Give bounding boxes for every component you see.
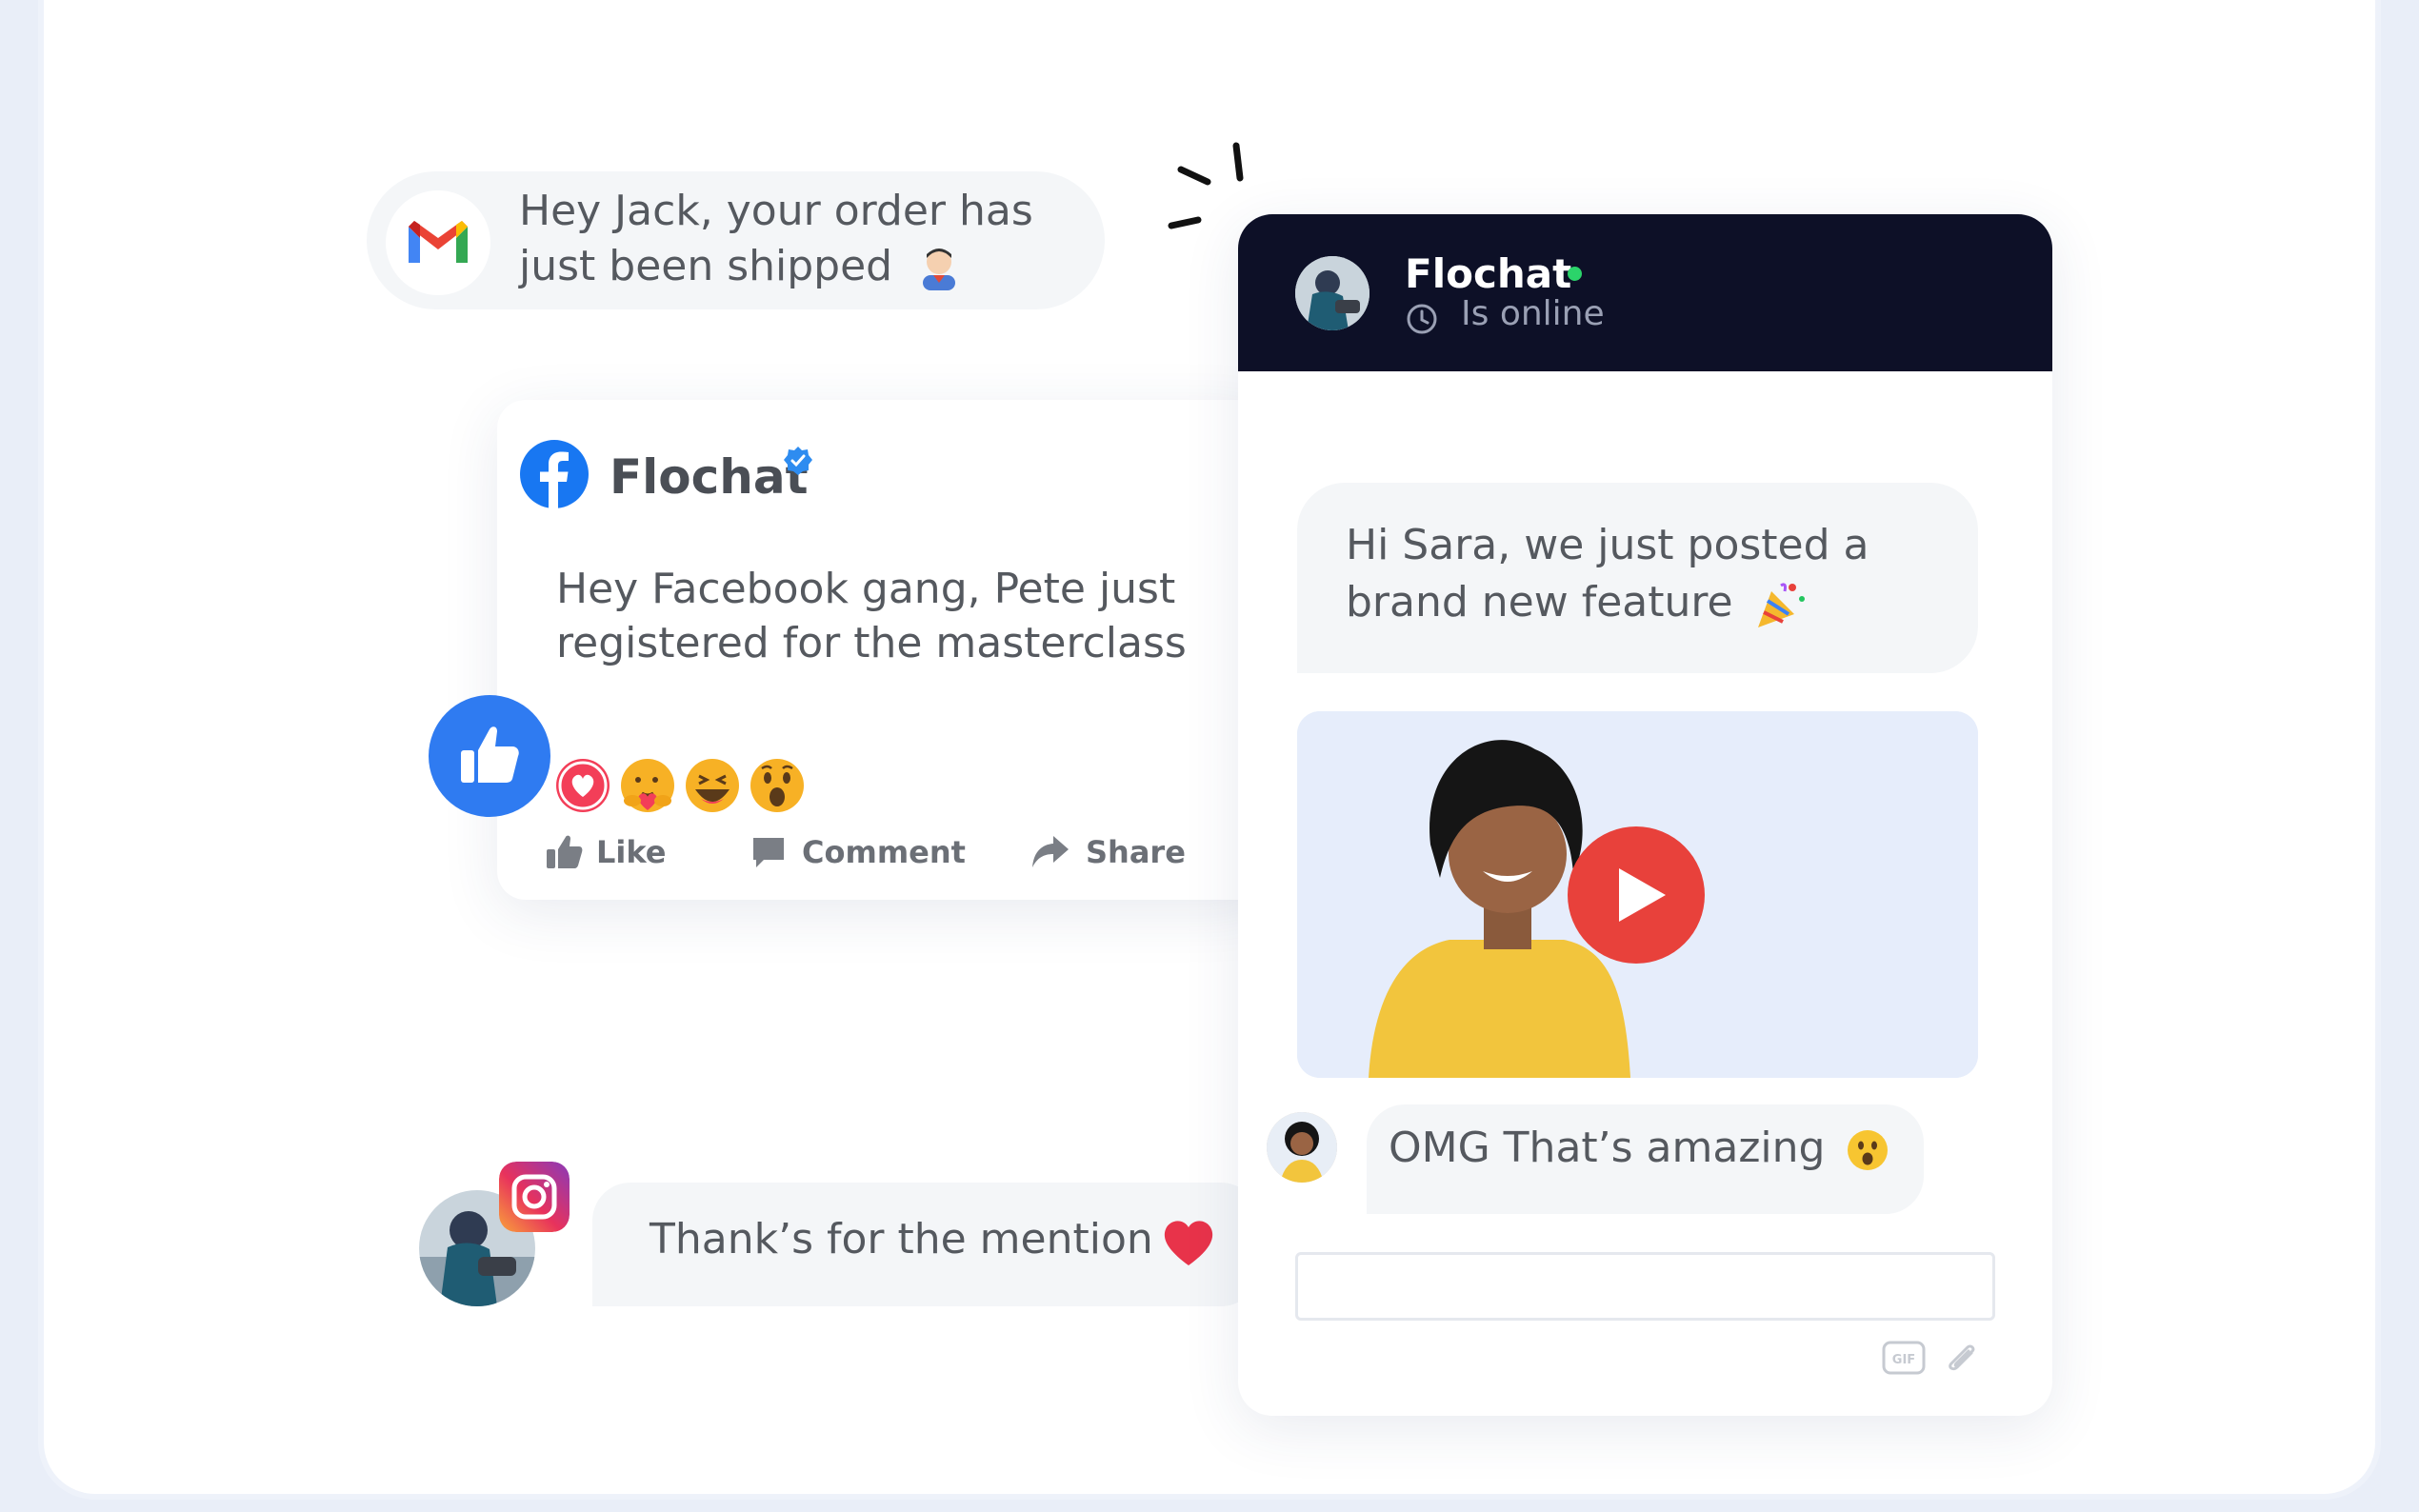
chat-widget: Flochat Is online Hi Sara, we just poste… — [1238, 214, 2052, 1416]
feature-video[interactable] — [1297, 711, 1978, 1078]
instagram-message-text: Thank’s for the mention — [650, 1215, 1153, 1263]
play-button-icon[interactable] — [1567, 826, 1706, 965]
thumbs-up-icon — [461, 726, 519, 783]
chat-title: Flochat — [1405, 250, 1572, 297]
gif-label: GIF — [1892, 1353, 1915, 1367]
like-button[interactable]: Like — [545, 828, 666, 876]
gmail-message-text: Hey Jack, your order has just been shipp… — [519, 187, 1033, 290]
comment-button[interactable]: Comment — [750, 828, 966, 876]
gif-icon[interactable]: GIF — [1882, 1341, 1926, 1375]
instagram-icon — [499, 1162, 570, 1232]
party-popper-emoji — [1754, 578, 1808, 631]
incoming-message-text: Hi Sara, we just posted a brand new feat… — [1346, 517, 1879, 631]
chat-header: Flochat Is online — [1238, 214, 2052, 371]
share-label: Share — [1086, 834, 1186, 870]
wow-reaction-icon — [750, 759, 804, 812]
astonished-emoji — [1846, 1128, 1889, 1172]
reaction-emojis — [552, 755, 819, 816]
care-reaction-icon — [621, 759, 674, 812]
facebook-page-name[interactable]: Flochat — [610, 449, 809, 505]
chat-message-input[interactable] — [1295, 1252, 1995, 1321]
facebook-post-text: Hey Facebook gang, Pete just registered … — [556, 565, 1187, 667]
chat-status: Is online — [1461, 294, 1605, 333]
haha-reaction-icon — [686, 759, 739, 812]
customer-avatar — [1267, 1112, 1337, 1183]
comment-icon — [753, 838, 784, 867]
clock-icon — [1407, 304, 1437, 334]
chat-agent-avatar — [1295, 256, 1369, 330]
gmail-icon — [386, 190, 490, 295]
like-label: Like — [596, 834, 667, 870]
heart-icon — [1164, 1221, 1213, 1265]
share-icon — [1032, 836, 1069, 867]
online-status-dot — [1568, 267, 1582, 281]
love-reaction-icon — [556, 759, 610, 812]
attachment-icon[interactable] — [1943, 1338, 1981, 1378]
reply-message-text: OMG That’s amazing — [1389, 1124, 1889, 1172]
facebook-icon — [520, 440, 589, 508]
shipping-person-emoji — [915, 247, 963, 290]
comment-label: Comment — [802, 834, 966, 870]
like-reaction-badge — [429, 695, 550, 817]
verified-badge-icon — [784, 447, 812, 475]
share-button[interactable]: Share — [1030, 828, 1186, 876]
like-icon — [547, 835, 583, 868]
